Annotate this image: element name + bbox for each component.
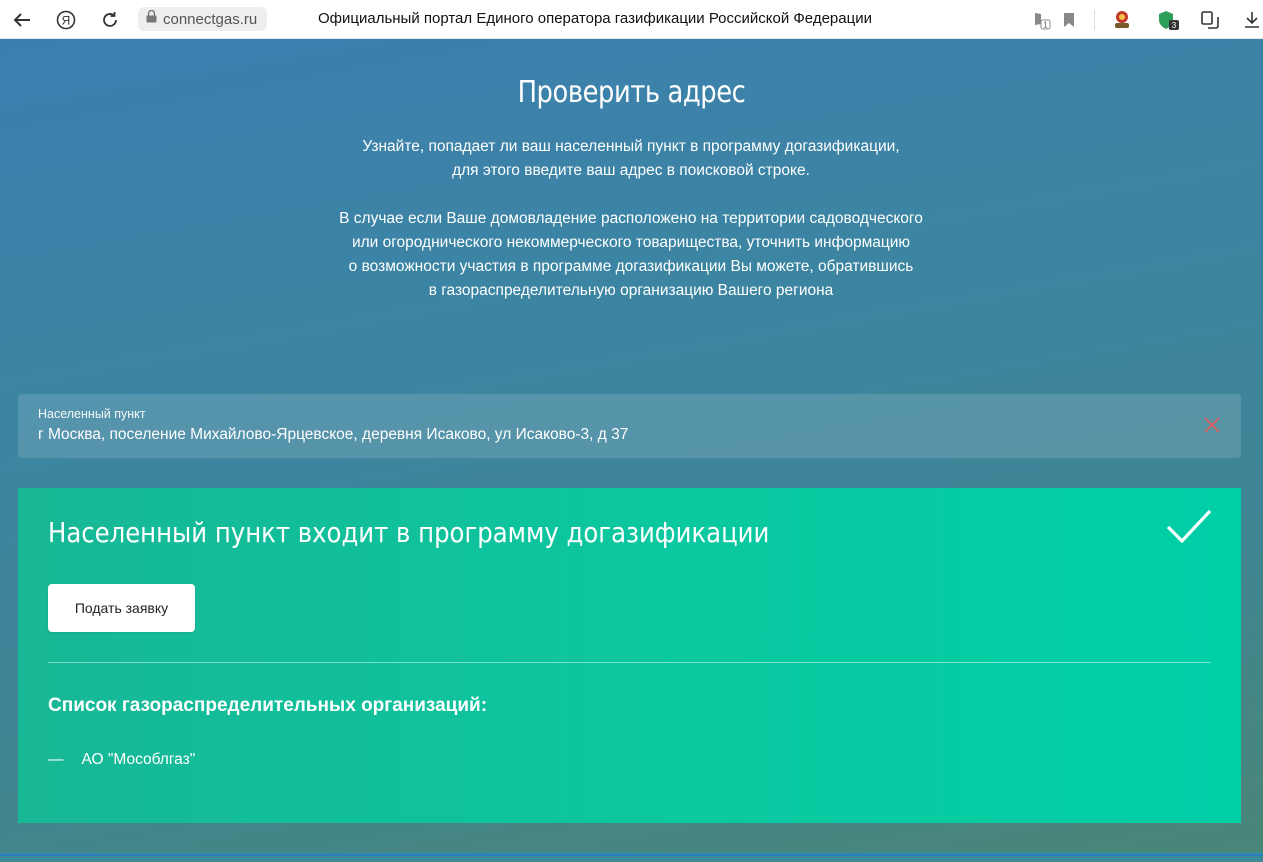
intro-paragraph: Узнайте, попадает ли ваш населенный пунк… (281, 135, 981, 183)
back-icon[interactable] (8, 6, 36, 34)
result-title: Населенный пункт входит в программу дога… (48, 516, 770, 549)
list-dash: — (48, 751, 64, 768)
search-field-label: Населенный пункт (38, 407, 146, 421)
yandex-glyph: Я (62, 14, 71, 28)
intro-line: для этого введите ваш адрес в поисковой … (452, 162, 810, 179)
address-domain: connectgas.ru (163, 10, 258, 28)
snt-notice-paragraph: В случае если Ваше домовладение располож… (281, 207, 981, 303)
download-icon[interactable] (1240, 8, 1263, 32)
toolbar-divider (1094, 10, 1095, 30)
page-content: Проверить адрес Узнайте, попадает ли ваш… (0, 39, 1263, 862)
apply-button[interactable]: Подать заявку (48, 584, 195, 632)
notice-line: В случае если Ваше домовладение располож… (339, 210, 923, 227)
shield-icon[interactable]: 3 (1156, 8, 1180, 32)
section-title: Проверить адрес (517, 75, 746, 110)
search-field-value[interactable]: г Москва, поселение Михайлово-Ярцевское,… (38, 426, 628, 444)
translate-icon[interactable]: 1 (1030, 8, 1054, 32)
address-bar[interactable]: connectgas.ru (138, 7, 268, 31)
intro-line: Узнайте, попадает ли ваш населенный пунк… (362, 138, 900, 155)
lock-icon (146, 9, 157, 28)
notice-line: или огороднического некоммерческого това… (351, 234, 911, 251)
page-bottom-line (0, 854, 1263, 856)
collections-icon[interactable] (1198, 8, 1222, 32)
result-panel: Населенный пункт входит в программу дога… (18, 488, 1241, 823)
bookmark-icon[interactable] (1057, 8, 1081, 32)
page-title: Официальный портал Единого оператора газ… (318, 10, 872, 27)
address-search-field[interactable]: Населенный пункт г Москва, поселение Мих… (18, 394, 1241, 458)
extension-icon[interactable] (1110, 8, 1134, 32)
divider (48, 662, 1211, 663)
translate-badge: 1 (1043, 21, 1048, 30)
notice-line: в газораспределительную организацию Ваше… (428, 282, 834, 299)
notice-line: о возможности участия в программе догази… (348, 258, 914, 275)
reload-icon[interactable] (96, 6, 124, 34)
shield-badge: 3 (1172, 21, 1177, 30)
browser-toolbar: Я connectgas.ru Официальный портал Едино… (0, 0, 1263, 39)
clear-icon[interactable] (1201, 414, 1223, 436)
check-icon (1165, 507, 1213, 545)
list-item: — АО "Мособлгаз" (48, 751, 195, 769)
gas-orgs-list-title: Список газораспределительных организаций… (48, 695, 488, 716)
yandex-icon[interactable]: Я (52, 6, 80, 34)
org-name: АО "Мособлгаз" (81, 751, 196, 768)
